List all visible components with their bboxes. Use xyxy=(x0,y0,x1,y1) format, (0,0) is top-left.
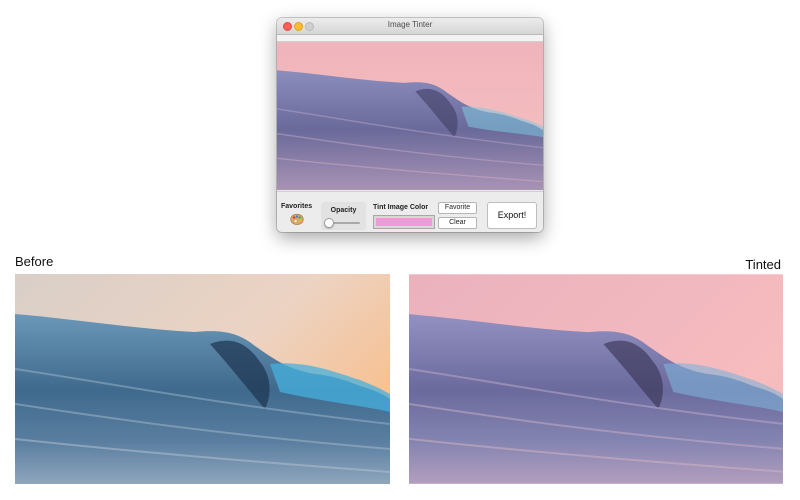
before-image xyxy=(15,274,390,484)
tinted-label: Tinted xyxy=(745,257,781,272)
app-window: Image Tinter Favorites Opacity Tint Imag… xyxy=(277,18,543,232)
opacity-label: Opacity xyxy=(330,207,357,214)
favorite-button[interactable]: Favorite xyxy=(438,202,477,214)
title-bar[interactable]: Image Tinter xyxy=(277,18,543,35)
image-preview xyxy=(277,42,543,190)
palette-icon[interactable] xyxy=(290,212,304,226)
tinted-image xyxy=(409,274,783,484)
favorites-label: Favorites xyxy=(281,203,313,210)
opacity-slider-knob[interactable] xyxy=(324,218,334,228)
window-title: Image Tinter xyxy=(387,20,433,29)
before-label: Before xyxy=(15,254,54,269)
controls-panel: Favorites Opacity Tint Image Color Favor… xyxy=(277,191,543,232)
toolbar-strip xyxy=(277,35,543,42)
clear-button[interactable]: Clear xyxy=(438,217,477,229)
opacity-control: Opacity xyxy=(321,202,366,230)
tint-color-label: Tint Image Color xyxy=(373,204,429,211)
export-button[interactable]: Export! xyxy=(487,202,537,229)
tint-color-well[interactable] xyxy=(373,215,435,229)
